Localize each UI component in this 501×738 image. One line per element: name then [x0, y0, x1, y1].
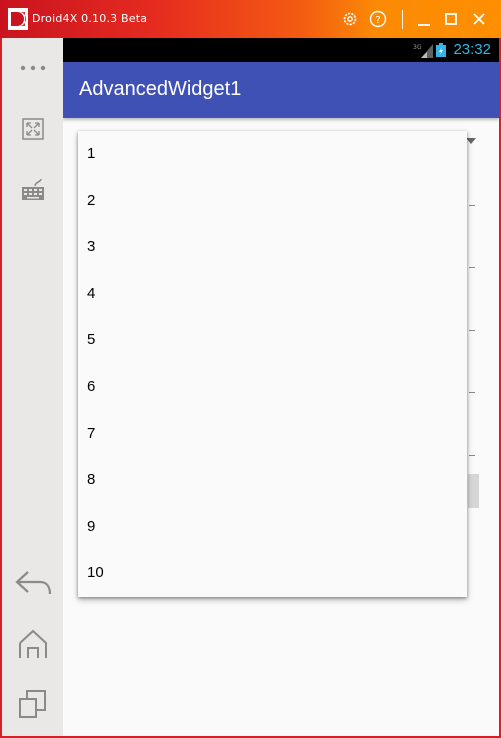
- svg-text:?: ?: [375, 15, 380, 26]
- status-bar: 3G 23:32: [63, 38, 499, 62]
- droid4x-logo-icon: [8, 8, 28, 30]
- emulator-title-bar[interactable]: Droid4X 0.10.3 Beta ?: [0, 0, 501, 38]
- field-underline: [469, 330, 475, 331]
- app-title: AdvancedWidget1: [79, 78, 242, 100]
- network-type-label: 3G: [413, 44, 422, 51]
- back-button[interactable]: [2, 566, 63, 600]
- recent-apps-button[interactable]: [2, 686, 63, 722]
- dropdown-item[interactable]: 5: [78, 317, 467, 364]
- status-time: 23:32: [453, 41, 491, 58]
- emulator-sidebar: [2, 38, 63, 736]
- fullscreen-icon: [21, 118, 44, 140]
- back-arrow-icon: [14, 571, 51, 595]
- dropdown-item[interactable]: 1: [78, 131, 467, 178]
- field-underline: [469, 455, 475, 456]
- maximize-icon[interactable]: [442, 10, 460, 28]
- settings-gear-icon[interactable]: [341, 10, 359, 28]
- app-bar: AdvancedWidget1: [63, 62, 499, 118]
- more-button[interactable]: [2, 58, 63, 78]
- minimize-icon[interactable]: [415, 10, 433, 28]
- dropdown-item[interactable]: 9: [78, 504, 467, 551]
- dropdown-item[interactable]: 4: [78, 271, 467, 318]
- dropdown-item[interactable]: 2: [78, 178, 467, 225]
- spinner-dropdown-arrow-icon[interactable]: [466, 138, 476, 144]
- android-screen: 3G 23:32 AdvancedWidget1 1 2 3 4 5 6 7 8…: [63, 38, 499, 736]
- signal-strength-icon: 3G: [413, 44, 433, 58]
- recent-apps-icon: [18, 690, 46, 718]
- dropdown-item[interactable]: 10: [78, 550, 467, 597]
- field-underline: [469, 205, 475, 206]
- dropdown-item[interactable]: 7: [78, 411, 467, 458]
- more-dots-icon: [20, 65, 45, 71]
- home-icon: [18, 629, 47, 658]
- dropdown-item[interactable]: 6: [78, 364, 467, 411]
- fullscreen-button[interactable]: [2, 117, 63, 141]
- help-icon[interactable]: ?: [369, 10, 387, 28]
- field-underline: [469, 392, 475, 393]
- background-button[interactable]: [468, 474, 479, 508]
- close-icon[interactable]: [470, 10, 488, 28]
- keyboard-button[interactable]: [2, 177, 63, 203]
- spinner-dropdown-list[interactable]: 1 2 3 4 5 6 7 8 9 10: [78, 131, 467, 597]
- window-title: Droid4X 0.10.3 Beta: [32, 12, 148, 25]
- field-underline: [469, 267, 475, 268]
- titlebar-separator: [402, 10, 403, 29]
- battery-charging-icon: [436, 43, 446, 57]
- dropdown-item[interactable]: 3: [78, 224, 467, 271]
- keyboard-icon: [21, 178, 44, 200]
- dropdown-item[interactable]: 8: [78, 457, 467, 504]
- home-button[interactable]: [2, 626, 63, 662]
